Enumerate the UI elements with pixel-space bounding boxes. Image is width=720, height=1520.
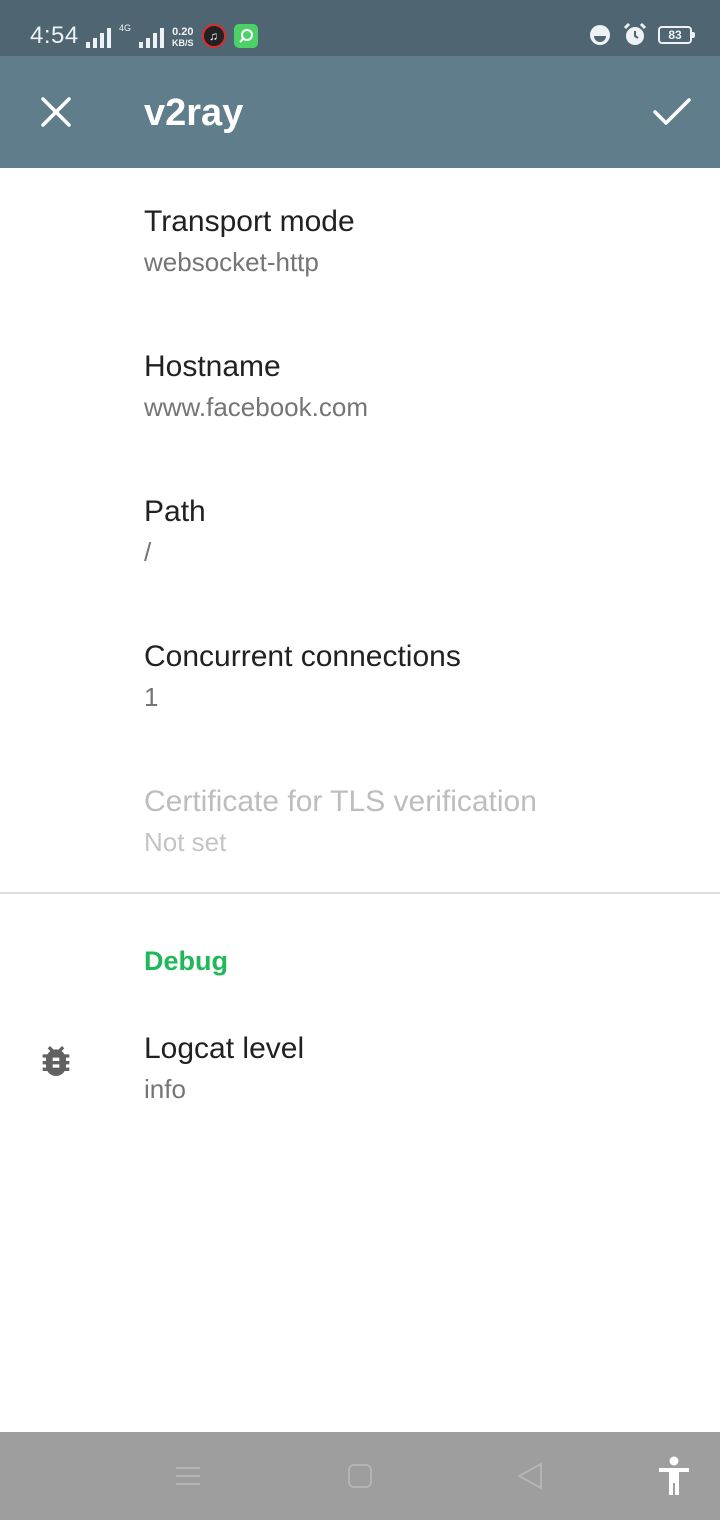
category-debug: Debug bbox=[144, 946, 228, 976]
network-type-label: 4G bbox=[119, 23, 132, 33]
network-speed: 0.20 KB/S bbox=[172, 26, 194, 49]
speed-unit: KB/S bbox=[172, 38, 194, 48]
pref-tls-certificate: Certificate for TLS verification Not set bbox=[0, 748, 720, 893]
section-divider bbox=[0, 892, 720, 894]
accessibility-icon bbox=[659, 1456, 689, 1495]
pref-title: Certificate for TLS verification bbox=[144, 785, 537, 818]
home-button[interactable] bbox=[336, 1452, 384, 1500]
speed-value: 0.20 bbox=[172, 26, 194, 38]
data-saver-icon bbox=[590, 25, 610, 45]
pref-summary: websocket-http bbox=[144, 247, 319, 277]
confirm-button[interactable] bbox=[636, 76, 708, 148]
pref-title: Concurrent connections bbox=[144, 640, 461, 673]
screen: 4:54 4G 0.20 KB/S ♫ 83 v2ray Transport m… bbox=[0, 0, 720, 1520]
music-icon: ♫ bbox=[201, 24, 226, 48]
menu-icon bbox=[176, 1467, 200, 1485]
pref-summary: 1 bbox=[144, 682, 159, 712]
pref-summary: Not set bbox=[144, 827, 227, 857]
back-button[interactable] bbox=[506, 1452, 554, 1500]
status-bar: 4:54 4G 0.20 KB/S ♫ 83 bbox=[0, 0, 720, 56]
close-icon bbox=[41, 97, 71, 127]
back-icon bbox=[518, 1463, 542, 1489]
pref-title: Logcat level bbox=[144, 1032, 305, 1065]
pref-title: Hostname bbox=[144, 350, 281, 383]
app-bar: v2ray bbox=[0, 56, 720, 168]
home-icon bbox=[348, 1464, 372, 1488]
pref-title: Transport mode bbox=[144, 205, 355, 238]
battery-icon: 83 bbox=[658, 26, 695, 44]
navigation-bar bbox=[0, 1432, 720, 1520]
status-icons-right: 83 bbox=[588, 22, 695, 48]
signal-4g-icon bbox=[139, 26, 165, 48]
pref-summary: info bbox=[144, 1074, 186, 1104]
status-time: 4:54 bbox=[30, 22, 79, 49]
menu-button[interactable] bbox=[164, 1452, 212, 1500]
pref-concurrent-connections[interactable]: Concurrent connections 1 bbox=[0, 603, 720, 748]
app-notification-icon bbox=[233, 24, 258, 48]
pref-summary: / bbox=[144, 537, 152, 567]
pref-hostname[interactable]: Hostname www.facebook.com bbox=[0, 313, 720, 458]
pref-title: Path bbox=[144, 495, 206, 528]
check-icon bbox=[653, 98, 691, 125]
bug-icon bbox=[42, 1046, 70, 1076]
close-button[interactable] bbox=[20, 76, 92, 148]
pref-path[interactable]: Path / bbox=[0, 458, 720, 603]
alarm-icon bbox=[623, 22, 647, 45]
page-title: v2ray bbox=[144, 92, 244, 134]
signal-icon bbox=[86, 26, 111, 48]
pref-transport-mode[interactable]: Transport mode websocket-http bbox=[0, 168, 720, 313]
accessibility-button[interactable] bbox=[650, 1452, 698, 1500]
status-icons-left: 4G 0.20 KB/S ♫ bbox=[86, 22, 258, 48]
pref-logcat-level[interactable]: Logcat level info bbox=[0, 995, 720, 1140]
pref-summary: www.facebook.com bbox=[144, 392, 368, 422]
